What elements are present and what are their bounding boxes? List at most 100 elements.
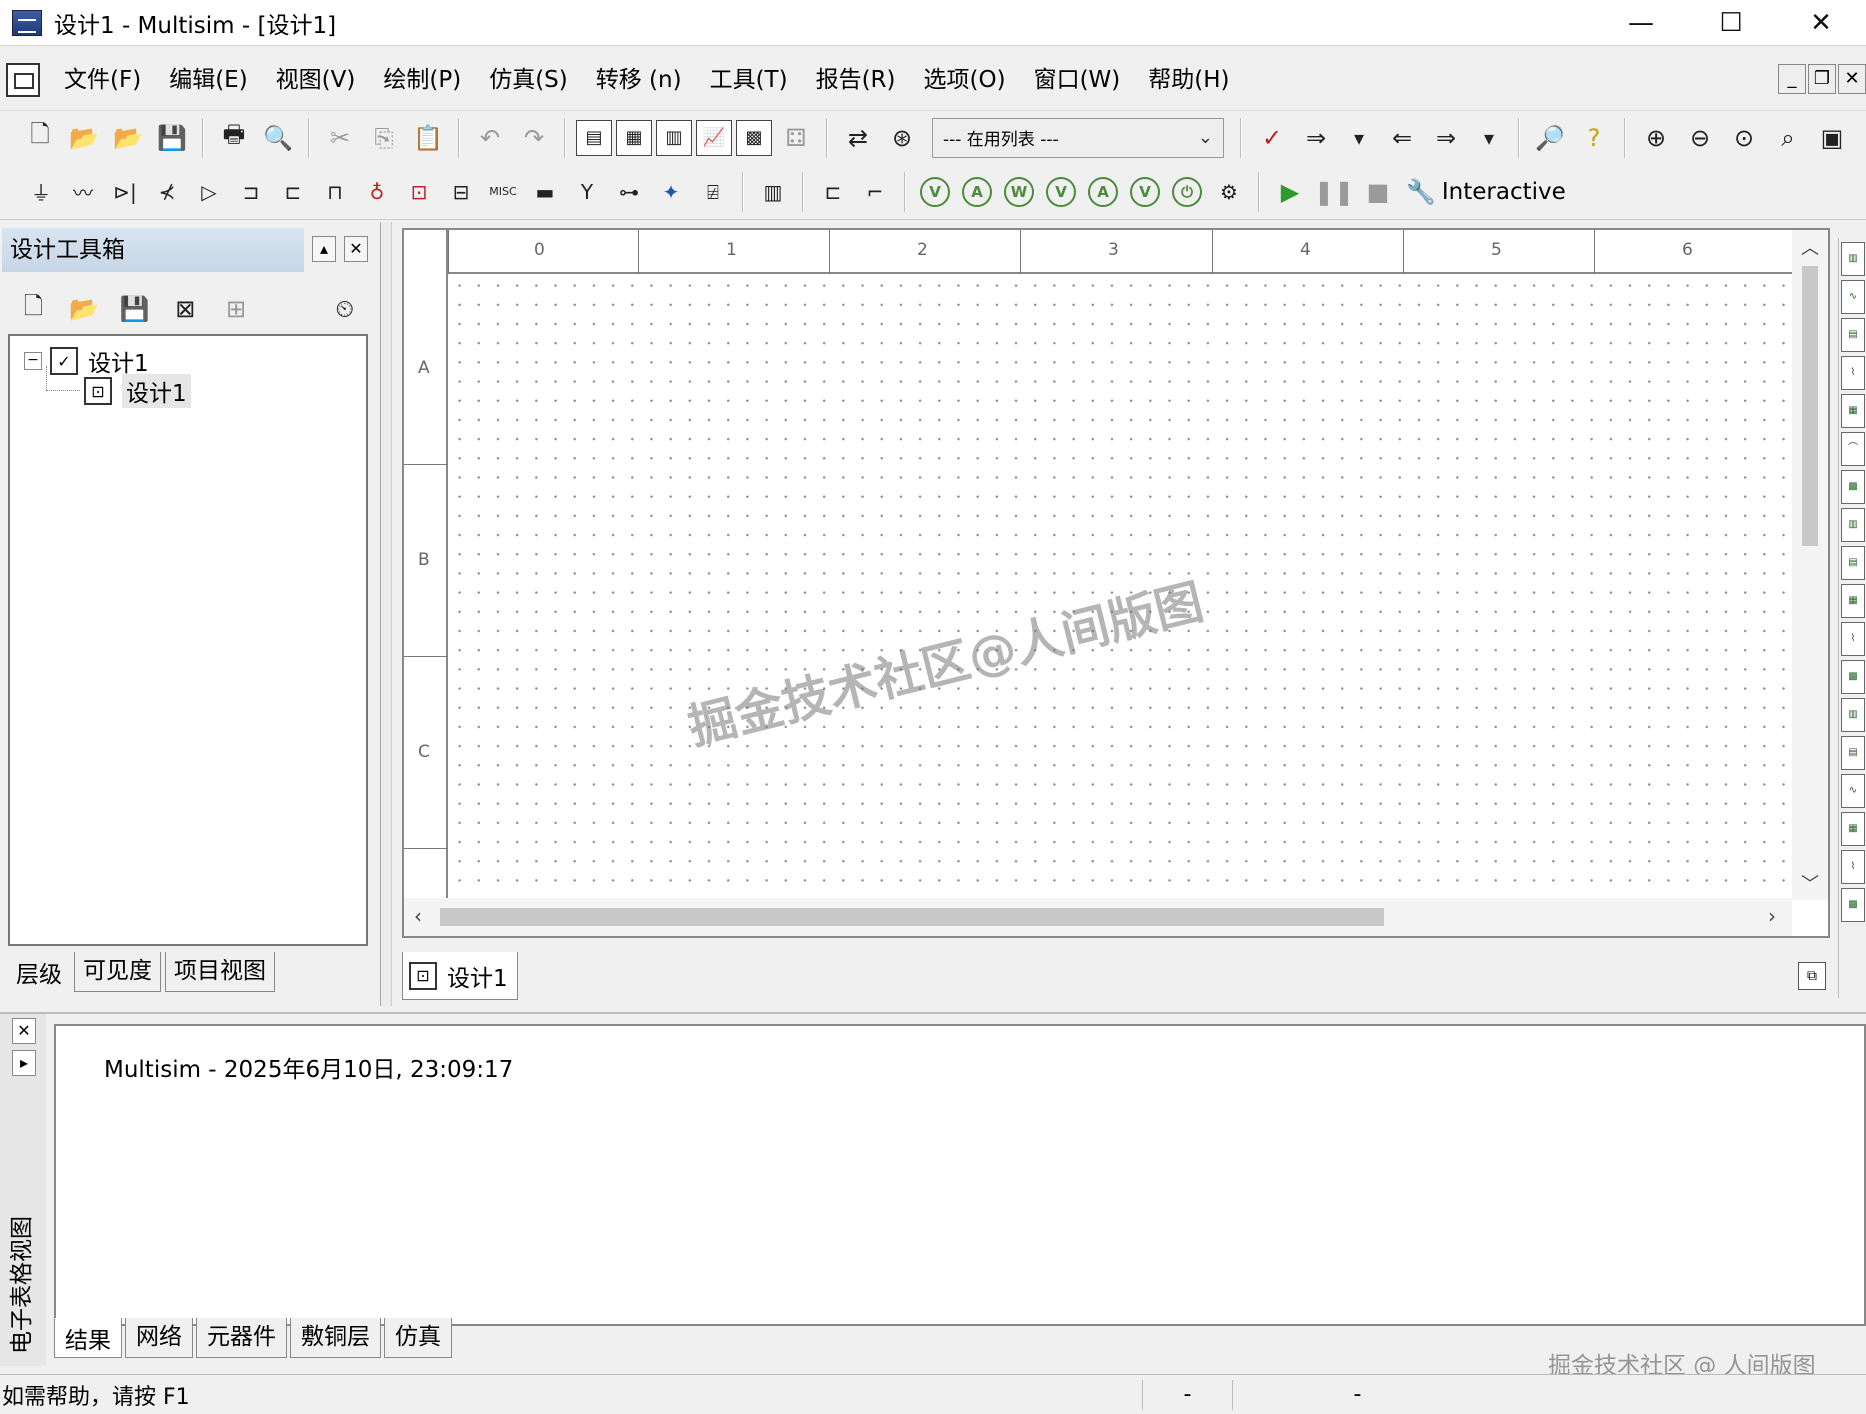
logic-converter-icon[interactable]: ▤ [1841,546,1865,580]
scroll-left-icon[interactable]: ‹ [414,904,422,928]
minimize-button[interactable]: — [1596,0,1686,46]
annotate-dropdown-icon[interactable]: ▾ [1470,118,1508,158]
scroll-down-icon[interactable]: ﹀ [1792,870,1828,896]
digital-probe-icon[interactable]: ⏻ [1168,172,1206,212]
maximize-button[interactable]: ☐ [1686,0,1776,46]
place-cmos-icon[interactable]: ⊏ [274,172,312,212]
save-icon[interactable]: 💾 [152,118,192,158]
new-file-icon[interactable]: 🗋 [20,118,60,158]
place-basic-icon[interactable]: 〰 [64,172,102,212]
wattmeter-icon[interactable]: ▤ [1841,318,1865,352]
erc-icon[interactable]: ✓ [1252,118,1292,158]
place-ni-component-icon[interactable]: ✦ [652,172,690,212]
create-component-icon[interactable]: ⊛ [882,118,922,158]
tab-simulation[interactable]: 仿真 [384,1318,452,1358]
reference-probe-icon[interactable]: V [1126,172,1164,212]
open-icon[interactable]: 📂 [64,118,104,158]
frequency-counter-icon[interactable]: ▩ [1841,470,1865,504]
place-transistor-icon[interactable]: ⊀ [148,172,186,212]
stop-simulation-icon[interactable]: ■ [1358,172,1398,212]
in-use-list-dropdown[interactable]: --- 在用列表 --- ⌄ [932,117,1224,158]
power-probe-icon[interactable]: W [1000,172,1038,212]
tab-copper-layers[interactable]: 敷铜层 [290,1318,381,1358]
transfer-to-ultiboard-icon[interactable]: ⇒ [1296,118,1336,158]
zoom-fit-icon[interactable]: ⌕ [1768,118,1808,158]
copy-icon[interactable]: ⎘ [364,118,404,158]
four-channel-oscilloscope-icon[interactable]: ▦ [1841,394,1865,428]
close-file-icon[interactable]: ⊠ [162,289,209,329]
print-preview-icon[interactable]: 🔍 [258,118,298,158]
menu-view[interactable]: 视图(V) [262,50,370,110]
place-misc-digital-icon[interactable]: ⊟ [442,172,480,212]
multimeter-icon[interactable]: ▥ [1841,242,1865,276]
voltage-current-probe-icon[interactable]: A [1084,172,1122,212]
spreadsheet-dock-icon[interactable]: ▸ [12,1050,36,1076]
spreadsheet-view-icon[interactable]: ▦ [616,119,652,156]
distortion-analyzer-icon[interactable]: ▩ [1841,660,1865,694]
tab-results[interactable]: 结果 [54,1318,122,1358]
full-screen-icon[interactable]: ▣ [1812,118,1852,158]
tab-components[interactable]: 元器件 [196,1318,287,1358]
mdi-restore-button[interactable]: ❐ [1808,64,1836,94]
tab-design-sheet[interactable]: ⊡ 设计1 [402,952,518,1000]
find-examples-icon[interactable]: 🔎 [1530,118,1570,158]
collapse-icon[interactable]: − [24,352,42,370]
new-file-icon[interactable]: 🗋 [10,289,57,329]
zoom-out-icon[interactable]: ⊖ [1680,118,1720,158]
menu-simulate[interactable]: 仿真(S) [475,50,582,110]
place-source-icon[interactable]: ⏚ [22,172,60,212]
panel-splitter[interactable] [380,222,392,1006]
mdi-close-button[interactable]: ✕ [1838,64,1866,94]
place-rf-icon[interactable]: Y [568,172,606,212]
undo-icon[interactable]: ↶ [470,118,510,158]
tab-hierarchy[interactable]: 层级 [8,952,70,992]
agilent-generator-icon[interactable]: ∿ [1841,774,1865,808]
place-hierarchical-block-icon[interactable]: ⊏ [814,172,852,212]
toolbox-autohide-button[interactable]: ▴ [312,236,336,262]
menu-reports[interactable]: 报告(R) [802,50,910,110]
place-misc-icon[interactable]: MISC [484,172,522,212]
place-diode-icon[interactable]: ⊳| [106,172,144,212]
paste-icon[interactable]: 📋 [408,118,448,158]
tab-visibility[interactable]: 可见度 [74,952,161,992]
analysis-mode-button[interactable]: 🔧 Interactive [1406,178,1566,206]
oscilloscope-icon[interactable]: ⌇ [1841,356,1865,390]
rename-icon[interactable]: ⊞ [213,289,260,329]
place-electromechanical-icon[interactable]: ⊶ [610,172,648,212]
place-bus-icon[interactable]: ⌐ [856,172,894,212]
pause-simulation-icon[interactable]: ❚❚ [1314,172,1354,212]
word-generator-icon[interactable]: ▥ [1841,508,1865,542]
transfer-dropdown-icon[interactable]: ▾ [1340,118,1378,158]
differential-probe-icon[interactable]: V [1042,172,1080,212]
agilent-multimeter-icon[interactable]: ▦ [1841,812,1865,846]
toolbox-close-button[interactable]: ✕ [344,236,368,262]
design-toolbox-toggle-icon[interactable]: ▤ [576,119,612,156]
print-icon[interactable]: 🖶 [214,118,254,158]
menu-transfer[interactable]: 转移 (n) [582,50,696,110]
function-generator-icon[interactable]: ∿ [1841,280,1865,314]
zoom-in-icon[interactable]: ⊕ [1636,118,1676,158]
place-analog-icon[interactable]: ▷ [190,172,228,212]
probe-settings-icon[interactable]: ⚙ [1210,172,1248,212]
database-manager-icon[interactable]: ⇄ [838,118,878,158]
vertical-scrollbar[interactable]: ︿ ﹀ [1792,230,1828,900]
run-simulation-icon[interactable]: ▶ [1270,172,1310,212]
menu-place[interactable]: 绘制(P) [369,50,475,110]
symbol-editor-icon[interactable]: ▥ [656,119,692,156]
open-icon[interactable]: 📂 [61,289,108,329]
forward-annotate-icon[interactable]: ⇒ [1426,118,1466,158]
place-ttl-icon[interactable]: ⊐ [232,172,270,212]
menu-file[interactable]: 文件(F) [50,50,155,110]
document-system-menu-icon[interactable] [6,63,40,97]
save-icon[interactable]: 💾 [111,289,158,329]
tree-root-row[interactable]: − ✓ 设计1 [24,344,149,378]
spectrum-analyzer-icon[interactable]: ▥ [1841,698,1865,732]
tile-windows-icon[interactable]: ⧉ [1798,962,1826,990]
zoom-area-icon[interactable]: ⊙ [1724,118,1764,158]
cut-icon[interactable]: ✂ [320,118,360,158]
tree-child-row[interactable]: ⊡ 设计1 [84,374,191,408]
clock-icon[interactable]: ⏲ [321,289,368,329]
postprocessor-icon[interactable]: ▩ [736,119,772,156]
mdi-minimize-button[interactable]: _ [1778,64,1806,94]
menu-help[interactable]: 帮助(H) [1134,50,1243,110]
